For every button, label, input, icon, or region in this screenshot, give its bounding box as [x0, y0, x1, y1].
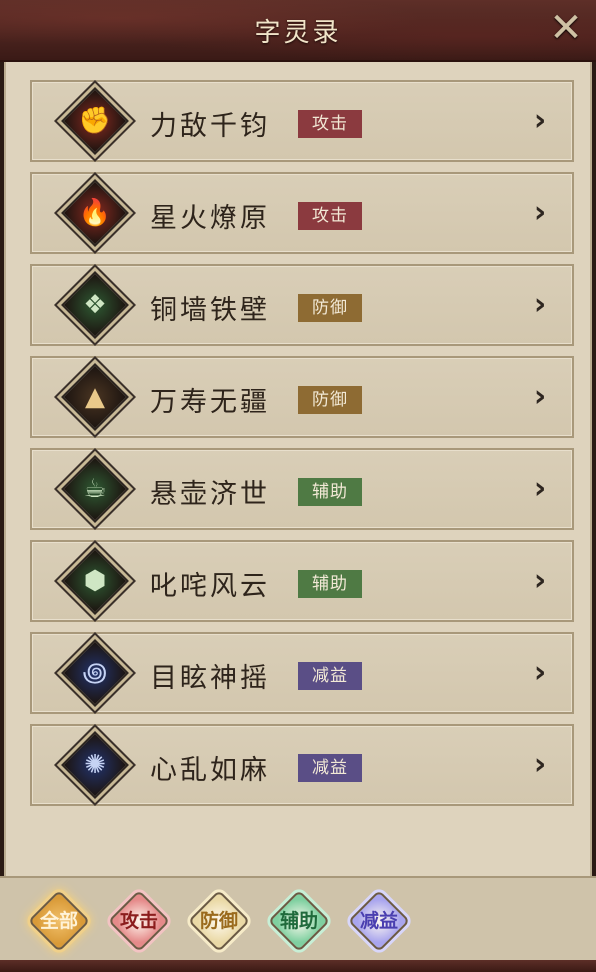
filter-label: 防御 [199, 910, 238, 932]
title-bar: 字灵录 ✕ [0, 0, 596, 62]
flame-icon: 🔥 [61, 179, 129, 247]
tangle-icon: ✺ [61, 731, 129, 799]
item-name: 目眩神摇 [150, 663, 270, 694]
chevron-right-icon[interactable]: › [530, 656, 550, 690]
spiral-icon: ꩜ [61, 639, 129, 707]
category-badge: 减益 [298, 754, 362, 782]
item-name: 叱咤风云 [150, 571, 270, 602]
chevron-right-icon[interactable]: › [530, 564, 550, 598]
word-spirit-list-panel: ✊ 力敌千钧 攻击 › 🔥 星火燎原 攻击 › ❖ 铜墙铁壁 防御 › ▲ 万寿无疆 防御 › ☕ 悬壶济世 辅助 ›… [4, 62, 592, 876]
item-name: 力敌千钧 [150, 111, 270, 142]
filter-button[interactable]: 防御 [186, 888, 252, 954]
filter-button[interactable]: 减益 [346, 888, 412, 954]
category-badge: 防御 [298, 386, 362, 414]
item-name: 铜墙铁壁 [150, 295, 270, 326]
list-item[interactable]: ꩜ 目眩神摇 减益 › [30, 632, 574, 714]
chevron-right-icon[interactable]: › [530, 288, 550, 322]
list-item[interactable]: ⬢ 叱咤风云 辅助 › [30, 540, 574, 622]
fist-icon: ✊ [61, 87, 129, 155]
category-badge: 辅助 [298, 478, 362, 506]
item-name: 心乱如麻 [150, 755, 270, 786]
close-button[interactable]: ✕ [548, 8, 584, 48]
crown-icon: ▲ [61, 363, 129, 431]
chevron-right-icon[interactable]: › [530, 748, 550, 782]
item-name: 万寿无疆 [150, 387, 270, 418]
filter-button[interactable]: 攻击 [106, 888, 172, 954]
footer-border [0, 960, 596, 972]
filter-label: 辅助 [279, 910, 318, 932]
chevron-right-icon[interactable]: › [530, 380, 550, 414]
page-title: 字灵录 [254, 18, 342, 48]
teapot-icon: ☕ [61, 455, 129, 523]
filter-label: 减益 [359, 910, 398, 932]
item-name: 星火燎原 [150, 203, 270, 234]
category-badge: 攻击 [298, 110, 362, 138]
list-item[interactable]: ▲ 万寿无疆 防御 › [30, 356, 574, 438]
filter-bar: 全部 攻击 防御 辅助 减益 [0, 876, 596, 972]
category-badge: 防御 [298, 294, 362, 322]
list-item[interactable]: 🔥 星火燎原 攻击 › [30, 172, 574, 254]
chevron-right-icon[interactable]: › [530, 196, 550, 230]
filter-label: 全部 [39, 910, 78, 932]
chevron-right-icon[interactable]: › [530, 472, 550, 506]
list-item[interactable]: ☕ 悬壶济世 辅助 › [30, 448, 574, 530]
filter-button[interactable]: 全部 [26, 888, 92, 954]
category-badge: 辅助 [298, 570, 362, 598]
item-name: 悬壶济世 [150, 479, 270, 510]
category-badge: 减益 [298, 662, 362, 690]
list-item[interactable]: ✊ 力敌千钧 攻击 › [30, 80, 574, 162]
filter-button[interactable]: 辅助 [266, 888, 332, 954]
category-badge: 攻击 [298, 202, 362, 230]
filter-label: 攻击 [119, 910, 158, 932]
list-item[interactable]: ✺ 心乱如麻 减益 › [30, 724, 574, 806]
chevron-right-icon[interactable]: › [530, 104, 550, 138]
helmet-icon: ⬢ [61, 547, 129, 615]
list-item[interactable]: ❖ 铜墙铁壁 防御 › [30, 264, 574, 346]
shield-icon: ❖ [61, 271, 129, 339]
